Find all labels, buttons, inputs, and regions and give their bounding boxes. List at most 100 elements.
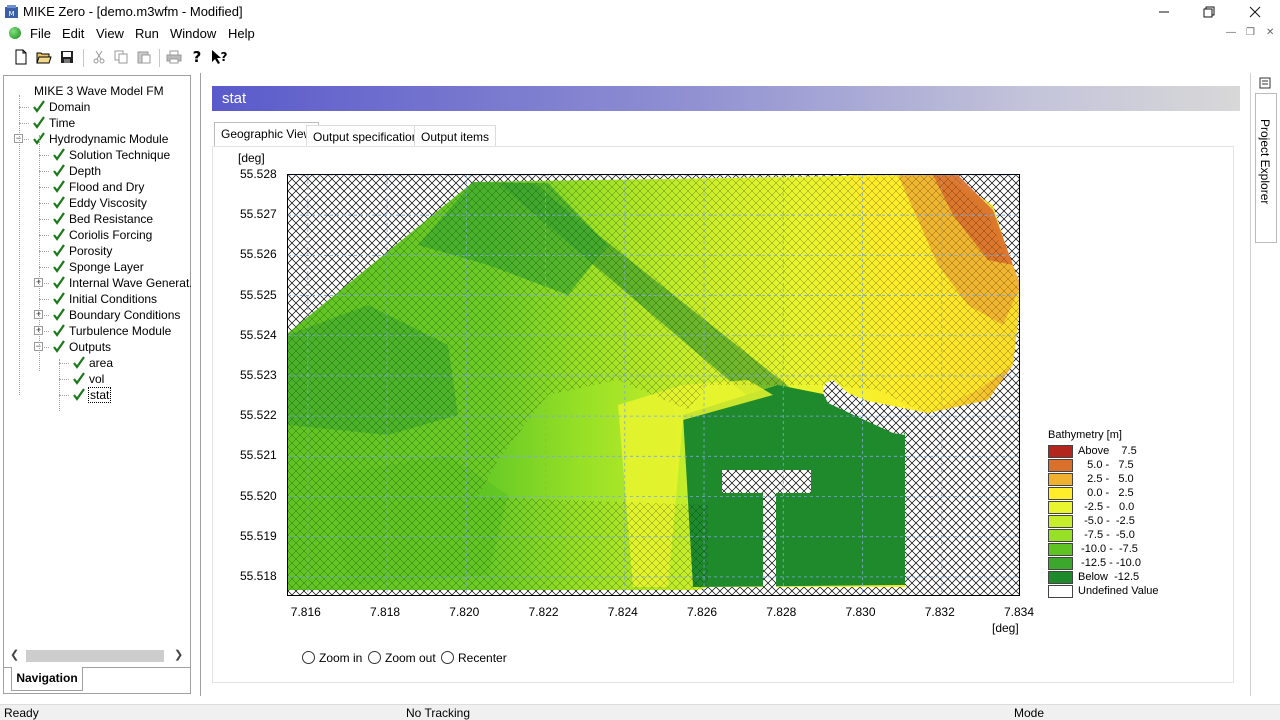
mdi-close-icon[interactable]: ✕ bbox=[1266, 27, 1274, 38]
tab-navigation[interactable]: Navigation bbox=[11, 667, 83, 691]
navigation-panel: MIKE 3 Wave Model FM Domain Time − Hydrodyna… bbox=[3, 75, 191, 694]
minimize-button[interactable] bbox=[1141, 0, 1187, 24]
tree-connector bbox=[39, 203, 49, 204]
tree-connector bbox=[19, 95, 20, 395]
menu-edit[interactable]: Edit bbox=[62, 26, 84, 41]
horizontal-scrollbar[interactable]: ❮ ❯ bbox=[6, 647, 188, 663]
y-tick-label: 55.525 bbox=[240, 287, 277, 302]
tree-item[interactable]: Domain bbox=[9, 99, 191, 115]
tab-geographic-view[interactable]: Geographic View bbox=[214, 122, 320, 147]
new-button[interactable] bbox=[12, 48, 30, 66]
legend-swatch bbox=[1048, 585, 1073, 598]
tab-output-items[interactable]: Output items bbox=[414, 125, 497, 147]
menu-help[interactable]: Help bbox=[228, 26, 255, 41]
close-icon bbox=[1249, 6, 1261, 18]
status-ready: Ready bbox=[4, 706, 39, 720]
menu-run[interactable]: Run bbox=[135, 26, 159, 41]
checkmark-icon bbox=[33, 116, 45, 129]
tree-connector bbox=[19, 123, 29, 124]
tree-item-label: MIKE 3 Wave Model FM bbox=[34, 84, 164, 98]
tree-connector bbox=[39, 187, 49, 188]
tree-item[interactable]: stat bbox=[9, 387, 191, 403]
section-header: stat bbox=[212, 86, 1240, 111]
legend-swatch bbox=[1048, 543, 1073, 556]
open-button[interactable] bbox=[35, 48, 53, 66]
project-explorer-tab[interactable]: Project Explorer bbox=[1255, 93, 1277, 243]
radio-circle-icon[interactable] bbox=[441, 651, 454, 664]
tree-connector bbox=[39, 251, 49, 252]
recenter-label: Recenter bbox=[458, 651, 507, 665]
checkmark-icon bbox=[33, 100, 45, 113]
tree-item[interactable]: Porosity bbox=[9, 243, 191, 259]
open-icon bbox=[36, 52, 52, 64]
legend-label: Undefined Value bbox=[1078, 585, 1159, 597]
menu-view[interactable]: View bbox=[96, 26, 124, 41]
radio-circle-icon[interactable] bbox=[368, 651, 381, 664]
checkmark-icon bbox=[53, 212, 65, 225]
checkmark-icon bbox=[53, 340, 65, 353]
project-explorer-icon[interactable] bbox=[1255, 73, 1275, 93]
tree-item[interactable]: Bed Resistance bbox=[9, 211, 191, 227]
checkmark-icon bbox=[73, 356, 85, 369]
tree-item[interactable]: Time bbox=[9, 115, 191, 131]
tree-item-label: Domain bbox=[49, 100, 91, 114]
close-button[interactable] bbox=[1232, 0, 1278, 24]
tree-item[interactable]: − Outputs bbox=[9, 339, 191, 355]
legend-swatch bbox=[1048, 529, 1073, 542]
tree-connector bbox=[39, 299, 49, 300]
restore-button[interactable] bbox=[1186, 0, 1232, 24]
legend-swatch bbox=[1048, 515, 1073, 528]
copy-button[interactable] bbox=[112, 48, 130, 66]
x-tick-label: 7.818 bbox=[370, 605, 401, 619]
tree-item[interactable]: area bbox=[9, 355, 191, 371]
y-axis-unit: [deg] bbox=[238, 151, 265, 165]
tree-item[interactable]: Eddy Viscosity bbox=[9, 195, 191, 211]
new-icon bbox=[15, 49, 27, 65]
navigation-tree: MIKE 3 Wave Model FM Domain Time − Hydrodyna… bbox=[9, 79, 191, 649]
tree-item[interactable]: − Hydrodynamic Module bbox=[9, 131, 191, 147]
context-help-button[interactable]: ? bbox=[211, 48, 229, 66]
tree-item[interactable]: + Internal Wave Generat... bbox=[9, 275, 191, 291]
mdi-restore-icon[interactable]: ❐ bbox=[1246, 27, 1255, 38]
help-button[interactable]: ? bbox=[188, 48, 206, 66]
map-plot[interactable] bbox=[287, 174, 1020, 596]
tab-output-specification[interactable]: Output specification bbox=[306, 125, 426, 147]
tree-item[interactable]: Sponge Layer bbox=[9, 259, 191, 275]
menu-file[interactable]: File bbox=[30, 26, 51, 41]
paste-button[interactable] bbox=[135, 48, 153, 66]
tree-item[interactable]: Initial Conditions bbox=[9, 291, 191, 307]
tree-item-label: Hydrodynamic Module bbox=[49, 132, 169, 146]
document-icon[interactable] bbox=[9, 27, 21, 39]
project-explorer-pin[interactable] bbox=[1255, 73, 1277, 93]
scroll-right-icon[interactable]: ❯ bbox=[174, 648, 183, 661]
tree-item-label: Eddy Viscosity bbox=[69, 196, 147, 210]
tree-item[interactable]: Depth bbox=[9, 163, 191, 179]
tree-item[interactable]: MIKE 3 Wave Model FM bbox=[9, 83, 191, 99]
tree-item-label: Turbulence Module bbox=[69, 324, 172, 338]
menu-window[interactable]: Window bbox=[170, 26, 216, 41]
cut-button[interactable] bbox=[90, 48, 108, 66]
scrollbar-thumb[interactable] bbox=[26, 650, 164, 662]
tree-item-label: Bed Resistance bbox=[69, 212, 154, 226]
status-tracking: No Tracking bbox=[406, 706, 471, 720]
tree-item[interactable]: + Turbulence Module bbox=[9, 323, 191, 339]
project-explorer-label: Project Explorer bbox=[1258, 119, 1272, 205]
tree-item[interactable]: Flood and Dry bbox=[9, 179, 191, 195]
mdi-minimize-icon[interactable]: — bbox=[1226, 27, 1236, 38]
scroll-left-icon[interactable]: ❮ bbox=[10, 648, 19, 661]
tree-item-label: Porosity bbox=[69, 244, 113, 258]
tree-item[interactable]: vol bbox=[9, 371, 191, 387]
tree-connector bbox=[39, 171, 49, 172]
tree-item[interactable]: + Boundary Conditions bbox=[9, 307, 191, 323]
bathymetry-map[interactable] bbox=[288, 175, 1020, 596]
legend-label: 2.5 - 5.0 bbox=[1078, 473, 1134, 485]
save-button[interactable] bbox=[58, 48, 76, 66]
toolbar: ? ? bbox=[0, 44, 1280, 72]
tree-item[interactable]: Coriolis Forcing bbox=[9, 227, 191, 243]
radio-circle-icon[interactable] bbox=[302, 651, 315, 664]
tree-item-label: Boundary Conditions bbox=[69, 308, 181, 322]
tree-item-label: Sponge Layer bbox=[69, 260, 144, 274]
print-button[interactable] bbox=[165, 48, 183, 66]
tree-item[interactable]: Solution Technique bbox=[9, 147, 191, 163]
x-tick-label: 7.828 bbox=[766, 605, 797, 619]
